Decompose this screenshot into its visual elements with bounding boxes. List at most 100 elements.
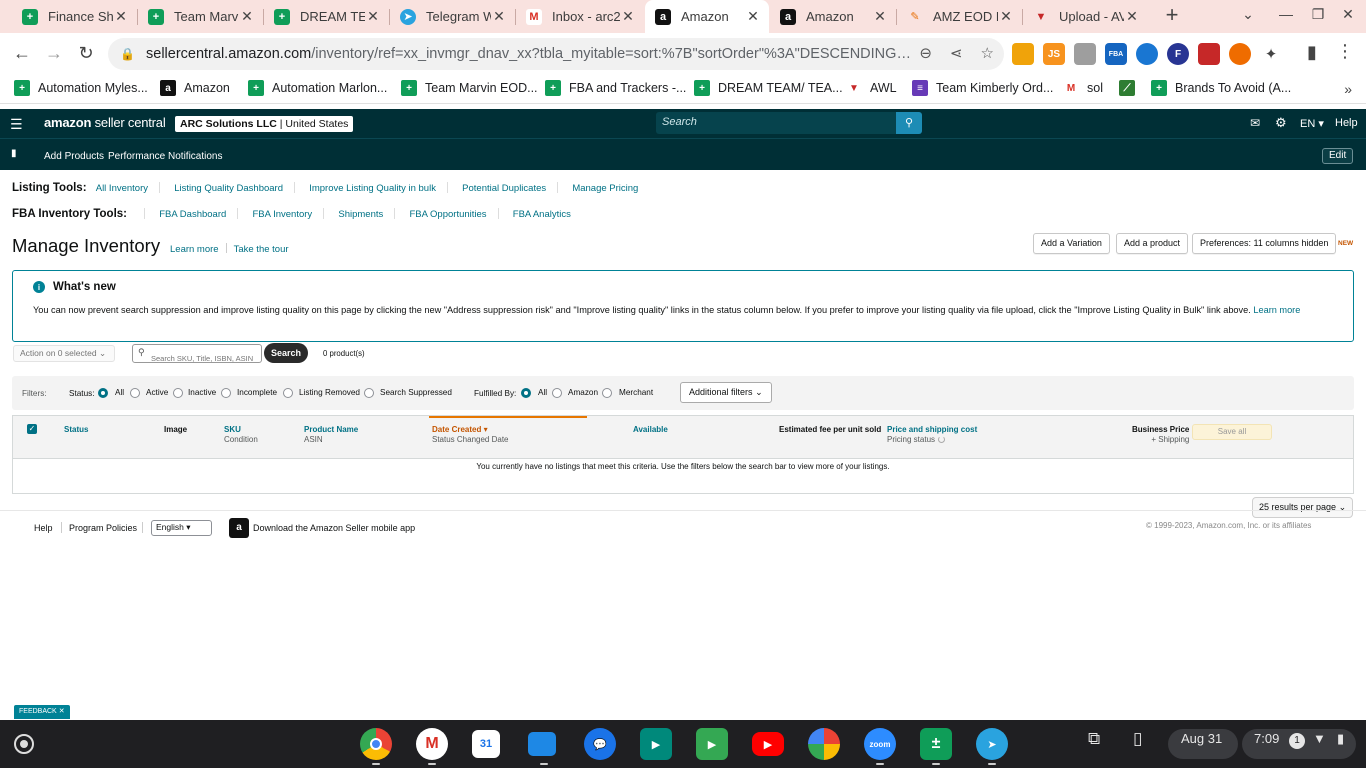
close-icon[interactable]: ✕: [1124, 8, 1140, 25]
bulk-action-dropdown[interactable]: Action on 0 selected ⌄: [13, 345, 115, 362]
address-bar[interactable]: 🔒 sellercentral.amazon.com /inventory/re…: [108, 38, 1004, 70]
browser-tab-9[interactable]: ▼ Upload - AV ✕: [1023, 0, 1148, 33]
seller-search-input[interactable]: Search: [656, 112, 921, 134]
performance-notifications-link[interactable]: Performance Notifications: [108, 151, 223, 162]
close-icon[interactable]: ✕: [59, 708, 65, 715]
extension-icon[interactable]: FBA: [1105, 43, 1127, 65]
fulfilled-radio-merchant[interactable]: [602, 388, 612, 398]
download-app-link[interactable]: Download the Amazon Seller mobile app: [253, 523, 415, 533]
add-products-link[interactable]: Add Products: [44, 151, 104, 162]
browser-tab-5[interactable]: M Inbox - arc2 ✕: [516, 0, 644, 33]
bookmark-item[interactable]: + Automation Marlon...: [248, 80, 387, 96]
status-radio-incomplete[interactable]: [221, 388, 231, 398]
footer-help-link[interactable]: Help: [34, 523, 53, 533]
launcher-icon[interactable]: [14, 734, 34, 754]
add-product-button[interactable]: Add a product: [1116, 233, 1189, 254]
restore-icon[interactable]: ❐: [1306, 6, 1330, 23]
inventory-search-field[interactable]: ⚲: [132, 344, 262, 363]
select-all-checkbox[interactable]: ✓: [27, 424, 37, 434]
search-icon[interactable]: ⚲: [896, 112, 922, 134]
phone-hub-icon[interactable]: ▯: [1133, 729, 1142, 749]
column-available[interactable]: Available: [633, 425, 668, 435]
edit-button[interactable]: Edit: [1322, 148, 1354, 164]
hamburger-menu-icon[interactable]: ☰: [10, 116, 23, 133]
back-icon[interactable]: ←: [10, 42, 34, 66]
bookmark-item[interactable]: + DREAM TEAM/ TEA...: [694, 80, 843, 96]
improve-listing-quality-bulk-link[interactable]: Improve Listing Quality in bulk: [309, 183, 436, 194]
fulfilled-radio-amazon[interactable]: [552, 388, 562, 398]
program-policies-link[interactable]: Program Policies: [69, 523, 137, 533]
column-price[interactable]: Price and shipping cost Pricing status: [887, 425, 977, 444]
browser-tab-6-active[interactable]: a Amazon ✕: [645, 0, 769, 33]
site-info-icon[interactable]: 🔒: [120, 47, 135, 61]
bookmark-icon[interactable]: ▮: [11, 148, 17, 159]
bookmark-item[interactable]: ▼ AWL: [846, 80, 897, 96]
bookmark-item[interactable]: + Brands To Avoid (A...: [1151, 80, 1291, 96]
close-icon[interactable]: ✕: [365, 8, 381, 25]
tote-icon[interactable]: ⧉: [1088, 729, 1100, 749]
puzzle-extensions-icon[interactable]: ✦: [1260, 43, 1282, 65]
preferences-button[interactable]: Preferences: 11 columns hidden: [1192, 233, 1337, 254]
close-window-icon[interactable]: ✕: [1336, 6, 1360, 23]
column-sku[interactable]: SKU Condition: [224, 425, 258, 444]
status-radio-all[interactable]: [98, 388, 108, 398]
fba-dashboard-link[interactable]: FBA Dashboard: [159, 209, 226, 220]
sheets-app-icon[interactable]: ±: [920, 728, 952, 760]
additional-filters-button[interactable]: Additional filters ⌄: [680, 382, 772, 403]
chrome-app-icon[interactable]: [360, 728, 392, 760]
meet-app-icon[interactable]: ▶: [640, 728, 672, 760]
bookmark-item[interactable]: + Automation Myles...: [14, 80, 148, 96]
bookmark-item[interactable]: + FBA and Trackers -...: [545, 80, 686, 96]
gear-icon[interactable]: ⚙: [1275, 115, 1287, 131]
add-variation-button[interactable]: Add a Variation: [1033, 233, 1110, 254]
close-icon[interactable]: ✕: [998, 8, 1014, 25]
browser-tab-2[interactable]: + Team Marvi ✕: [138, 0, 263, 33]
close-icon[interactable]: ✕: [113, 8, 129, 25]
results-per-page-dropdown[interactable]: 25 results per page ⌄: [1252, 497, 1353, 518]
extension-icon[interactable]: F: [1167, 43, 1189, 65]
status-radio-inactive[interactable]: [173, 388, 183, 398]
bookmark-item[interactable]: a Amazon: [160, 80, 230, 96]
browser-tab-1[interactable]: + Finance Sh ✕: [12, 0, 137, 33]
bookmark-item[interactable]: Msol: [1063, 80, 1103, 96]
status-radio-listing-removed[interactable]: [283, 388, 293, 398]
close-icon[interactable]: ✕: [620, 8, 636, 25]
extension-icon[interactable]: [1074, 43, 1096, 65]
fulfilled-radio-all[interactable]: [521, 388, 531, 398]
listing-quality-dashboard-link[interactable]: Listing Quality Dashboard: [174, 183, 283, 194]
new-tab-icon[interactable]: +: [1160, 4, 1184, 28]
bookmark-item[interactable]: ≡ Team Kimberly Ord...: [912, 80, 1053, 96]
mail-icon[interactable]: ✉: [1250, 116, 1260, 130]
telegram-app-icon[interactable]: ➤: [976, 728, 1008, 760]
bookmark-item[interactable]: + Team Marvin EOD...: [401, 80, 538, 96]
language-select[interactable]: English ▾: [151, 520, 212, 536]
feedback-button[interactable]: FEEDBACK ✕: [14, 705, 70, 719]
browser-tab-8[interactable]: ✎ AMZ EOD R ✕: [897, 0, 1022, 33]
column-product-name[interactable]: Product Name ASIN: [304, 425, 358, 444]
extension-icon[interactable]: JS: [1043, 43, 1065, 65]
more-menu-icon[interactable]: ⋮: [1336, 41, 1354, 62]
fba-inventory-link[interactable]: FBA Inventory: [252, 209, 312, 220]
take-the-tour-link[interactable]: Take the tour: [234, 244, 289, 255]
status-radio-active[interactable]: [130, 388, 140, 398]
browser-tab-7[interactable]: a Amazon ✕: [770, 0, 896, 33]
minimize-icon[interactable]: —: [1274, 6, 1298, 22]
photos-app-icon[interactable]: [808, 728, 840, 760]
save-all-button[interactable]: Save all: [1192, 424, 1272, 440]
help-link[interactable]: Help: [1335, 117, 1358, 129]
fba-opportunities-link[interactable]: FBA Opportunities: [409, 209, 486, 220]
column-date-created[interactable]: Date Created ▾ Status Changed Date: [432, 425, 509, 444]
browser-tab-4[interactable]: ➤ Telegram W ✕: [390, 0, 515, 33]
learn-more-link[interactable]: Learn more: [170, 244, 219, 255]
extension-icon[interactable]: [1198, 43, 1220, 65]
files-app-icon[interactable]: [528, 732, 556, 756]
side-panel-icon[interactable]: ▮: [1302, 42, 1322, 63]
close-icon[interactable]: ✕: [239, 8, 255, 25]
status-radio-search-suppressed[interactable]: [364, 388, 374, 398]
all-inventory-link[interactable]: All Inventory: [96, 183, 148, 194]
more-bookmarks-icon[interactable]: »: [1344, 81, 1352, 97]
manage-pricing-link[interactable]: Manage Pricing: [572, 183, 638, 194]
close-icon[interactable]: ✕: [745, 8, 761, 25]
browser-tab-3[interactable]: + DREAM TEA ✕: [264, 0, 389, 33]
tab-search-chevron-icon[interactable]: ⌄: [1236, 6, 1260, 23]
